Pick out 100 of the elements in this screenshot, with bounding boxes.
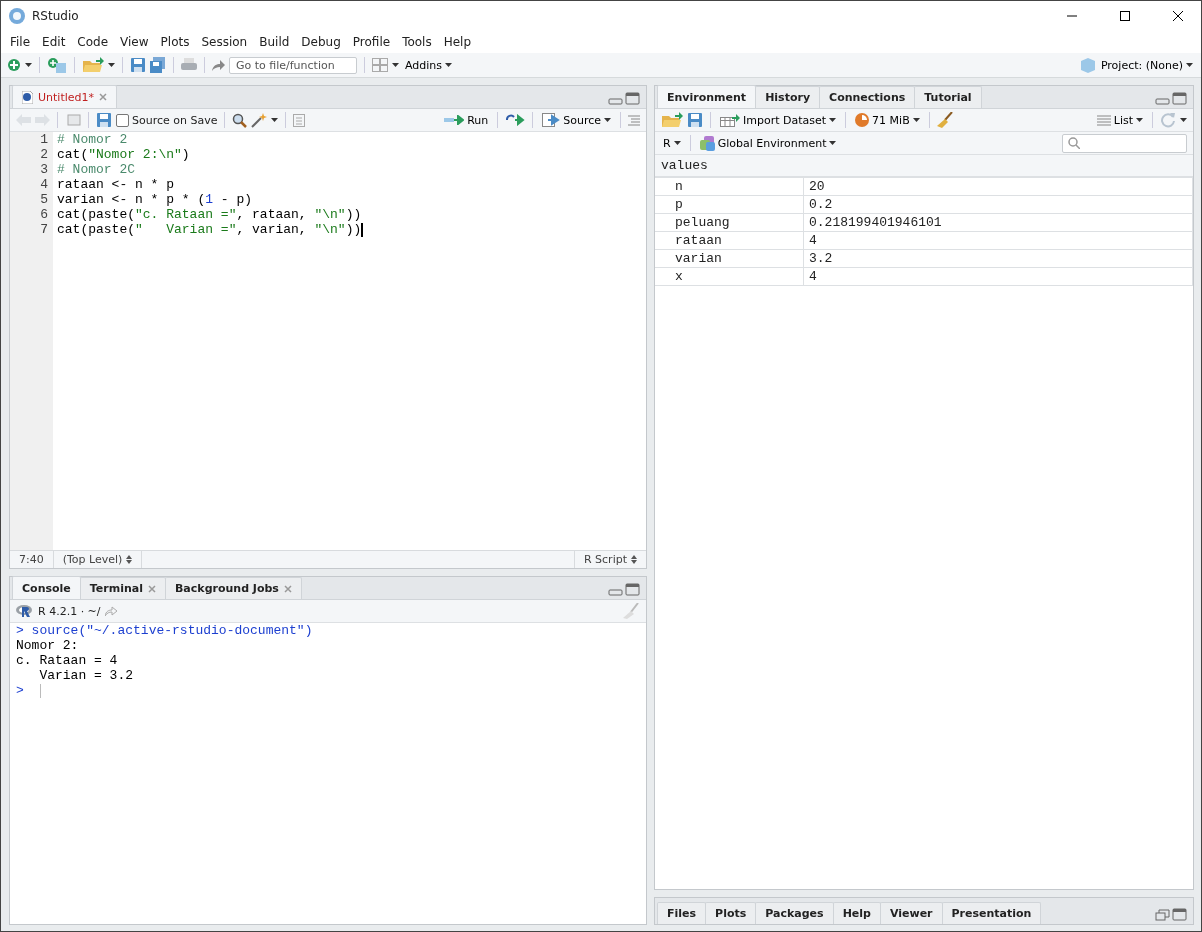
code-line: # Nomor 2 [57,132,129,147]
tab[interactable]: Packages [755,902,834,924]
tab[interactable]: Console [12,576,81,599]
maximize-pane-icon[interactable] [625,583,640,596]
broom-icon[interactable] [936,112,953,128]
variable-name: n [655,177,804,196]
run-icon [444,115,465,125]
menu-item[interactable]: Debug [295,35,347,49]
menu-item[interactable]: Build [253,35,296,49]
variable-value: 4 [803,231,1193,250]
app-logo-icon [9,8,25,24]
source-icon [542,113,561,127]
search-field[interactable] [1062,133,1187,153]
run-button[interactable]: Run [442,113,491,127]
tab[interactable]: Presentation [941,902,1042,924]
caret-icon [604,118,611,122]
caret-icon [1136,118,1143,122]
caret-icon [673,141,681,145]
magic-wand-icon[interactable] [251,112,268,128]
save-all-icon[interactable] [150,57,166,73]
tab[interactable]: Tutorial [914,86,982,108]
tab[interactable]: Environment [657,85,757,108]
environment-menu[interactable]: Global Environment [697,135,839,151]
tab[interactable]: Viewer [879,902,943,924]
maximize-icon[interactable] [1120,11,1130,21]
grid-icon[interactable] [372,58,388,72]
tab[interactable]: Terminal [79,577,166,599]
updown-icon [126,555,133,564]
refresh-icon[interactable] [1160,112,1176,128]
project-menu[interactable]: Project: (None) [1098,58,1195,72]
caret-icon [1186,63,1193,67]
menu-item[interactable]: Profile [346,35,397,49]
variable-value: 0.218199401946101 [803,213,1193,232]
open-folder-icon[interactable] [82,57,104,73]
file-type-menu[interactable]: R Script [573,551,646,568]
variable-name: rataan [655,231,804,250]
line-number: 6 [39,207,49,222]
search-icon[interactable] [232,112,248,128]
close-icon[interactable] [1173,11,1183,21]
caret-icon [829,118,837,122]
language-menu[interactable]: R [661,136,683,150]
restore-pane-icon[interactable] [1155,908,1170,921]
document-outline-icon[interactable] [628,114,640,126]
menu-item[interactable]: Plots [154,35,196,49]
open-folder-icon[interactable] [661,112,683,128]
menu-item[interactable]: Code [71,35,115,49]
caret-icon [445,63,453,67]
tab[interactable]: Background Jobs [165,577,302,599]
project-icon [1080,57,1095,73]
tab[interactable]: Connections [819,86,916,108]
console-line: Nomor 2: [16,638,80,653]
scope-menu[interactable]: (Top Level) [53,551,143,568]
line-number: 7 [39,222,49,237]
pie-icon [855,113,870,127]
caret-icon [271,118,279,122]
new-project-icon[interactable] [47,57,67,73]
addins-menu[interactable]: Addins [403,58,455,72]
save-icon[interactable] [687,112,703,128]
tab[interactable]: Help [832,902,881,924]
view-mode-menu[interactable]: List [1094,113,1145,127]
memory-usage-button[interactable]: 71 MiB [853,113,922,127]
code-line: varian <- n * p * (1 - p) [57,192,254,207]
menu-item[interactable]: File [4,35,37,49]
console-line: > source("~/.active-rstudio-document") [16,623,314,638]
save-icon[interactable] [96,112,112,128]
import-dataset-button[interactable]: Import Dataset [718,113,839,127]
updown-icon [631,555,637,564]
menu-item[interactable]: Session [195,35,254,49]
list-icon [1096,114,1111,126]
caret-icon [108,63,115,67]
variable-name: peluang [655,213,804,232]
code-line: rataan <- n * p [57,177,176,192]
menu-item[interactable]: Help [437,35,478,49]
source-button[interactable]: Source [540,113,613,127]
maximize-pane-icon[interactable] [1172,908,1187,921]
console-line: > [16,683,640,698]
maximize-pane-icon[interactable] [625,92,640,105]
go-to-file-field[interactable]: Go to file/function [229,56,357,74]
new-file-icon[interactable] [7,58,21,72]
section-header: values [655,155,1193,177]
menu-item[interactable]: Edit [36,35,72,49]
line-number: 3 [39,162,49,177]
r-file-icon [22,90,33,104]
tab[interactable]: Files [657,902,707,924]
code-line: cat(paste(" Varian =", varian, "\n")) [57,222,364,237]
code-line: cat(paste("c. Rataan =", rataan, "\n")) [57,207,363,222]
tab[interactable]: Plots [705,902,757,924]
go-to-directory-icon[interactable] [104,606,117,616]
print-icon[interactable] [181,58,197,72]
source-on-save-checkbox[interactable]: Source on Save [116,113,218,127]
tab[interactable]: History [755,86,821,108]
variable-value: 20 [803,177,1193,196]
menu-item[interactable]: View [114,35,155,49]
menu-item[interactable]: Tools [396,35,438,49]
outline-icon[interactable] [293,113,306,127]
tab[interactable]: Untitled1* [12,85,117,108]
rerun-icon[interactable] [505,114,526,126]
save-icon[interactable] [130,57,146,73]
maximize-pane-icon[interactable] [1172,92,1187,105]
line-number: 1 [39,132,49,147]
